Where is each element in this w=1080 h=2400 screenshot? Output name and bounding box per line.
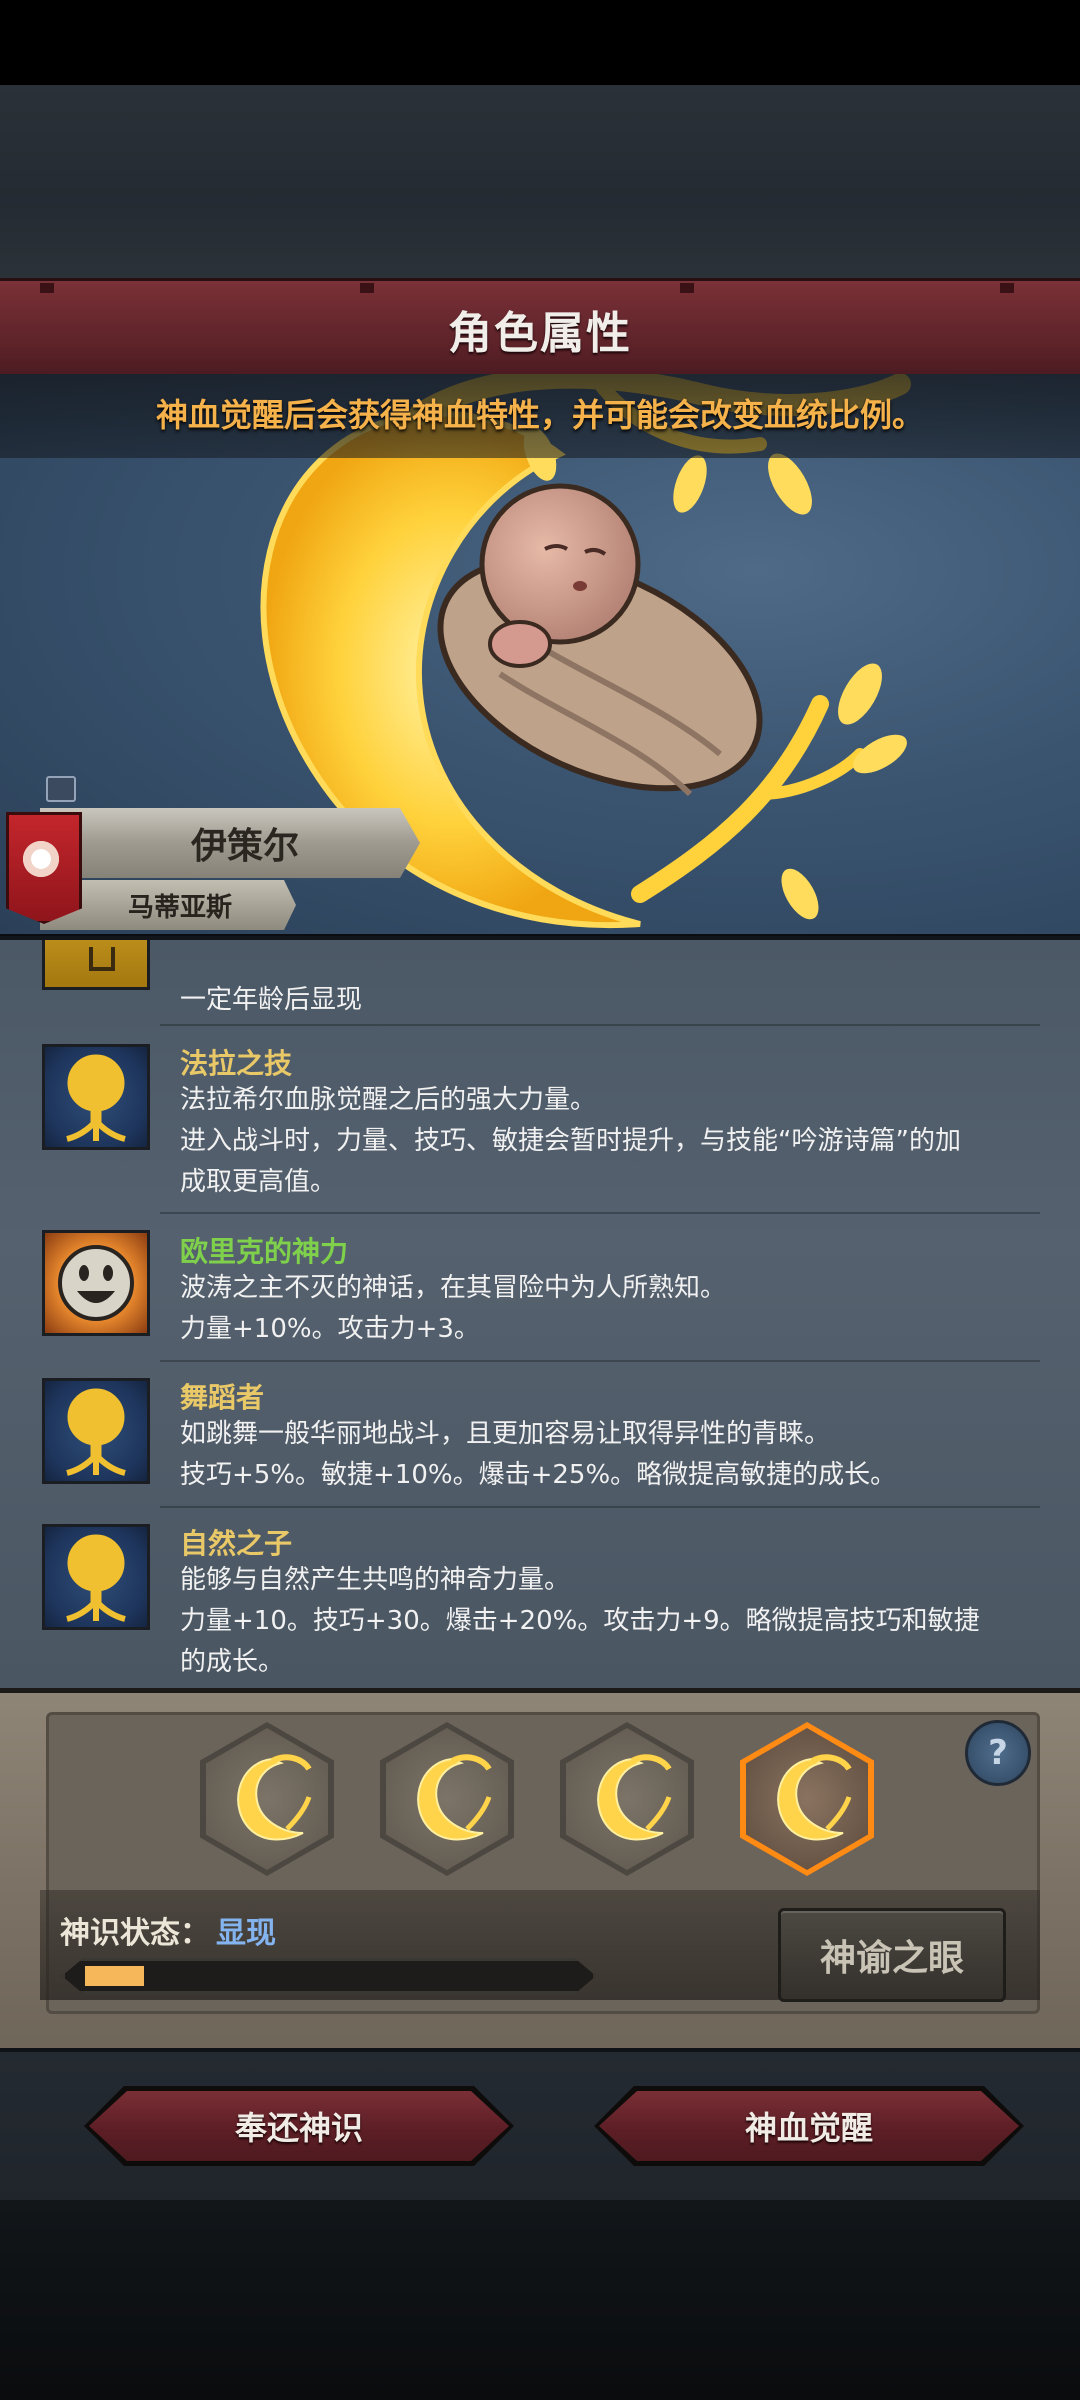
golden-crescent-icon (237, 1754, 312, 1841)
trait-name: 法拉之技 (180, 1047, 293, 1080)
trait-name: 欧里克的神力 (180, 1235, 349, 1268)
character-name-plate: 伊策尔 (40, 808, 420, 878)
golden-crescent-icon (777, 1754, 852, 1841)
upper-backdrop (0, 85, 1080, 280)
help-button[interactable]: ? (965, 1720, 1031, 1786)
smiley-face-icon (42, 1230, 150, 1336)
sun-emblem-icon (18, 836, 64, 882)
golden-crescent-icon (597, 1754, 672, 1841)
golden-tree-icon (42, 1524, 150, 1630)
golden-tree-icon (42, 1378, 150, 1484)
status-bar-area (0, 0, 1080, 85)
character-name: 伊策尔 (190, 826, 299, 867)
question-mark-icon: ? (988, 1733, 1008, 1773)
bottom-backdrop (0, 2200, 1080, 2400)
divine-blood-awaken-button[interactable]: 神血觉醒 (594, 2086, 1024, 2166)
traits-list[interactable]: 一定年龄后显现 法拉之技 法拉希尔血脉觉醒之后的强大力量。 进入战斗时，力量、技… (0, 936, 1080, 1692)
bookmark-icon[interactable] (46, 776, 76, 802)
golden-tree-icon (42, 1044, 150, 1150)
awakening-notice: 神血觉醒后会获得神血特性，并可能会改变血统比例。 (155, 396, 924, 434)
divine-progress-bar (62, 1958, 596, 1994)
partial-trait-icon (42, 940, 150, 990)
title-banner: 角色属性 (0, 278, 1080, 380)
trait-name: 自然之子 (180, 1527, 293, 1560)
trait-description: 波涛之主不灭的神话，在其冒险中为人所熟知。 力量+10%。攻击力+3。 (180, 1273, 727, 1344)
divine-progress-fill (85, 1966, 144, 1986)
trait-description: 法拉希尔血脉觉醒之后的强大力量。 进入战斗时，力量、技巧、敏捷会暂时提升，与技能… (180, 1085, 961, 1197)
return-divine-sense-button[interactable]: 奉还神识 (84, 2086, 514, 2166)
divine-status-value: 显现 (216, 1916, 276, 1951)
golden-crescent-icon (417, 1754, 492, 1841)
divine-status-label: 神识状态： (60, 1916, 210, 1951)
oracle-eye-button[interactable]: 神谕之眼 (778, 1908, 1006, 2002)
trait-description: 能够与自然产生共鸣的神奇力量。 力量+10。技巧+30。爆击+20%。攻击力+9… (180, 1565, 980, 1677)
trait-name: 舞蹈者 (180, 1381, 265, 1414)
trait-description: 一定年龄后显现 (180, 985, 363, 1015)
trait-description: 如跳舞一般华丽地战斗，且更加容易让取得异性的青睐。 技巧+5%。敏捷+10%。爆… (180, 1419, 897, 1490)
character-subtitle: 马蒂亚斯 (127, 892, 232, 923)
page-title: 角色属性 (448, 308, 632, 359)
